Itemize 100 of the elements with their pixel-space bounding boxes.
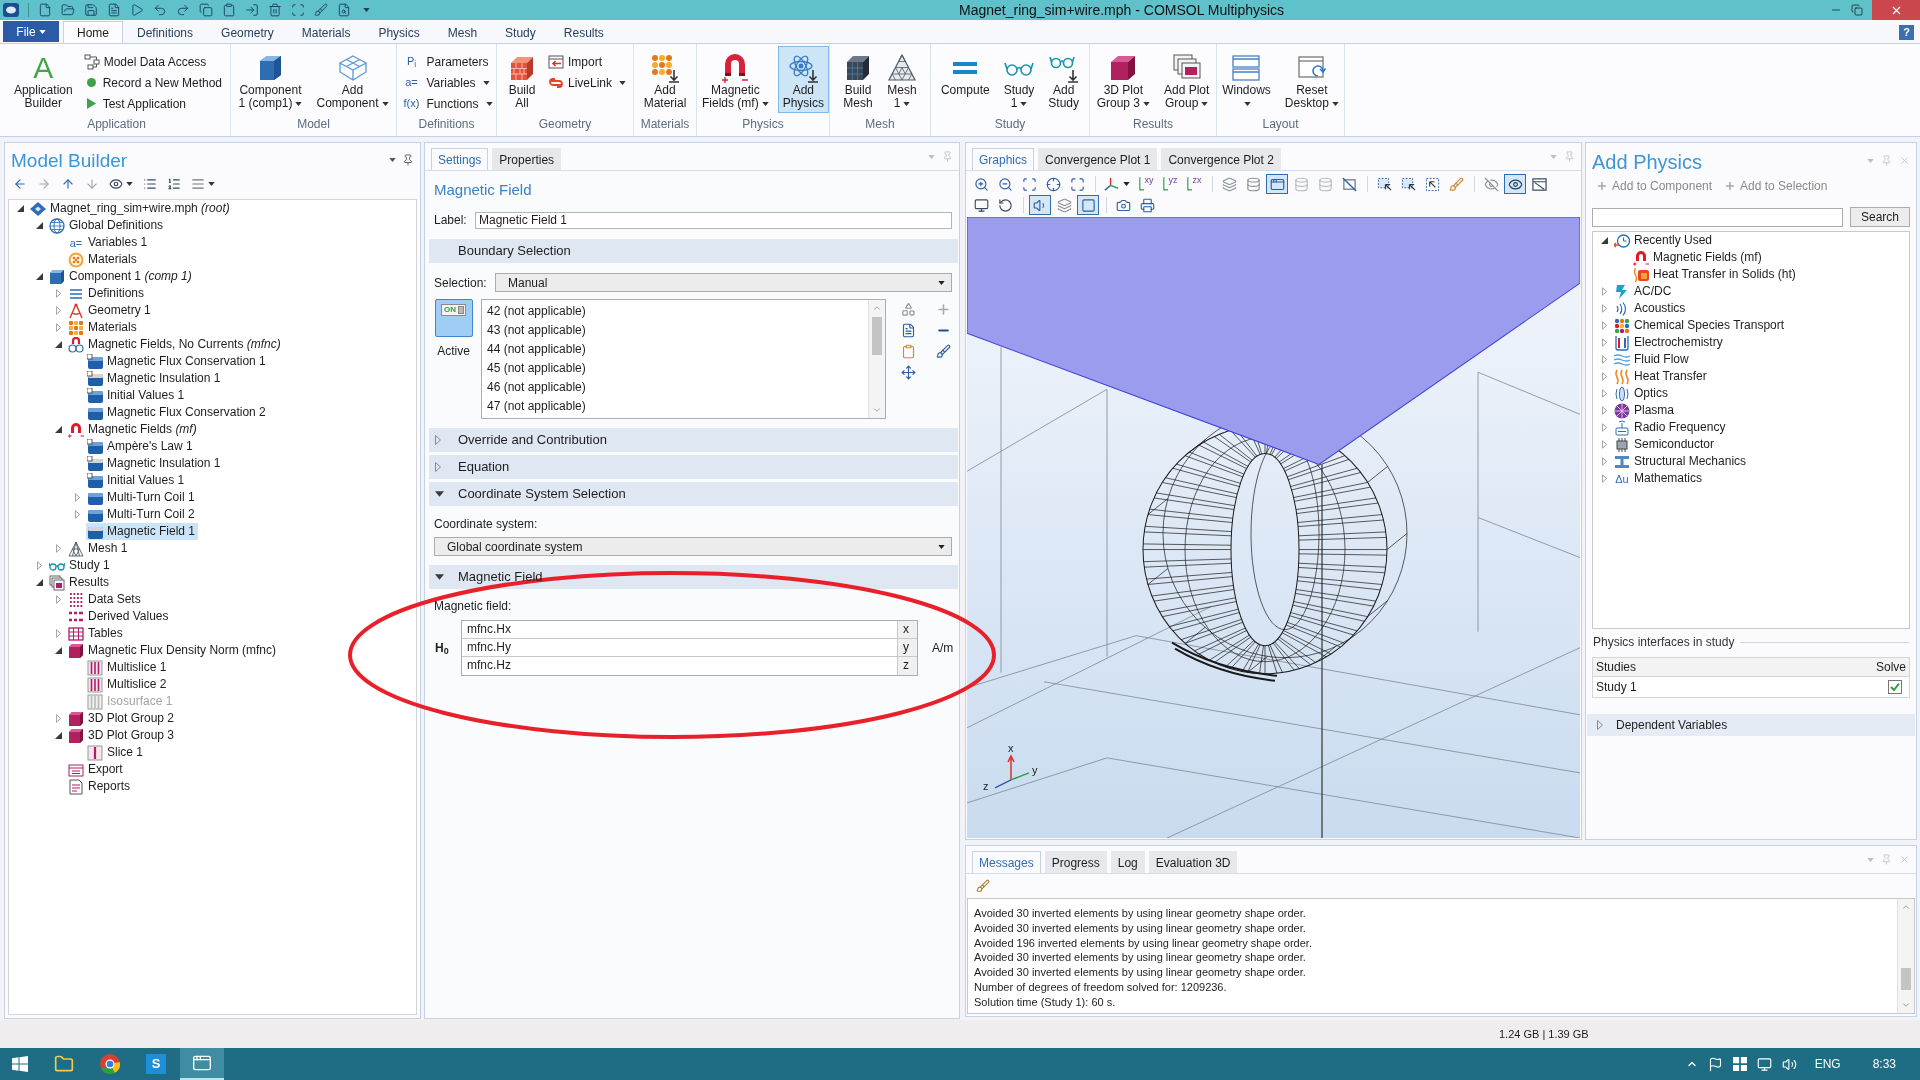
search-button[interactable]: Search <box>1850 207 1910 227</box>
ribbon-button[interactable]: Mesh 1 <box>882 46 922 113</box>
toolbar-button[interactable] <box>1266 174 1288 194</box>
tree-item[interactable]: 3D Plot Group 2 <box>67 710 178 727</box>
section-header[interactable]: Equation <box>429 455 958 479</box>
tree-item[interactable]: Slice 1 <box>86 744 147 761</box>
app-logo-icon[interactable] <box>3 2 19 18</box>
solve-checkbox[interactable] <box>1888 680 1902 694</box>
move-icon[interactable] <box>901 365 916 380</box>
tiles-icon[interactable] <box>1732 1057 1747 1071</box>
flag-icon[interactable] <box>1707 1056 1723 1072</box>
toolbar-button[interactable]: yz <box>1159 174 1181 194</box>
component-input[interactable]: mfnc.Hy <box>462 639 897 656</box>
panel-tab[interactable]: Convergence Plot 2 <box>1161 148 1281 170</box>
eye-icon[interactable] <box>109 177 123 191</box>
tree-item[interactable]: Magnetic Field 1 <box>86 523 199 540</box>
tree-item[interactable]: Geometry 1 <box>67 302 154 319</box>
arrow-down-icon[interactable] <box>85 177 99 191</box>
tree-item[interactable]: Tables <box>67 625 126 642</box>
brush-icon[interactable] <box>976 879 990 893</box>
import-icon[interactable] <box>245 3 259 17</box>
ribbon-small-button[interactable]: Record a New Method <box>81 72 225 93</box>
tree-item[interactable]: Magnetic Flux Density Norm (mfnc) <box>67 642 280 659</box>
panel-tab[interactable]: Messages <box>972 851 1041 873</box>
tree-item[interactable]: Global Definitions <box>48 217 167 234</box>
search-field[interactable] <box>1592 207 1843 227</box>
tree-item[interactable]: Multislice 1 <box>86 659 170 676</box>
tree-item[interactable]: Electrochemistry <box>1613 334 1726 351</box>
label-input[interactable]: Magnetic Field 1 <box>475 211 952 229</box>
taskbar-button[interactable]: S <box>134 1048 178 1080</box>
tree-item[interactable]: Materials <box>67 319 140 336</box>
tree-item[interactable]: Magnetic Fields (mf) <box>1632 249 1765 266</box>
tree-item[interactable]: Data Sets <box>67 591 144 608</box>
scrollbar-thumb[interactable] <box>1901 968 1911 990</box>
panel-tab[interactable]: Settings <box>431 148 489 170</box>
panel-tab[interactable]: Properties <box>492 148 562 170</box>
brush-icon[interactable] <box>314 3 328 17</box>
chevron-down-icon[interactable] <box>1901 1000 1911 1010</box>
play-icon[interactable] <box>130 3 144 17</box>
ribbon-button[interactable]: Build Mesh <box>838 46 878 113</box>
new-file-icon[interactable] <box>38 3 52 17</box>
tree-item[interactable]: Semiconductor <box>1613 436 1718 453</box>
ribbon-small-button[interactable]: Model Data Access <box>81 51 225 72</box>
expander-arrow-icon[interactable] <box>54 426 62 433</box>
ribbon-button[interactable]: Windows <box>1217 46 1276 113</box>
tree-item[interactable]: Results <box>48 574 112 591</box>
tree-item[interactable]: Magnetic Fields (mf) <box>67 421 200 438</box>
save-icon[interactable] <box>84 3 98 17</box>
chevron-down-icon[interactable] <box>872 405 882 415</box>
ribbon-tab[interactable]: Geometry <box>207 21 288 43</box>
list-item[interactable]: 46 (not applicable) <box>487 378 586 397</box>
expander-arrow-icon[interactable] <box>35 579 43 586</box>
ribbon-small-button[interactable]: Import <box>546 51 628 72</box>
ribbon-tab[interactable]: Home <box>63 21 123 43</box>
coordinate-dropdown[interactable]: Global coordinate system <box>434 537 952 556</box>
clipboard-icon[interactable] <box>222 3 236 17</box>
graphics-viewport[interactable]: x y z <box>967 217 1580 838</box>
list-item[interactable]: 42 (not applicable) <box>487 302 586 321</box>
tree-item[interactable]: Heat Transfer in Solids (ht) <box>1632 266 1799 283</box>
ribbon-small-button[interactable]: LiveLink <box>546 72 628 93</box>
panel-tab[interactable]: Evaluation 3D <box>1148 851 1238 873</box>
ribbon-tab[interactable]: Materials <box>287 21 365 43</box>
panel-tab[interactable]: Graphics <box>972 148 1035 170</box>
tiles-icon[interactable] <box>12 1056 28 1072</box>
ribbon-button[interactable]: 3D Plot Group 3 <box>1091 46 1155 113</box>
section-header[interactable]: Override and Contribution <box>429 428 958 452</box>
ribbon-button[interactable]: Compute <box>935 46 995 100</box>
ribbon-tab[interactable]: Study <box>491 21 550 43</box>
undo-icon[interactable] <box>153 3 167 17</box>
file-menu-button[interactable]: File <box>3 21 59 42</box>
tree-item[interactable]: Study 1 <box>48 557 113 574</box>
scrollbar[interactable] <box>868 300 885 418</box>
list-item[interactable]: 44 (not applicable) <box>487 340 586 359</box>
ribbon-small-button[interactable]: Test Application <box>81 93 225 114</box>
section-arrow-icon[interactable] <box>435 491 444 497</box>
document-icon[interactable] <box>901 323 916 338</box>
tree-item[interactable]: Magnet_ring_sim+wire.mph (root) <box>29 200 233 217</box>
ribbon-small-button[interactable]: f(x) Functions <box>398 93 495 114</box>
tree-item[interactable]: a= Variables 1 <box>67 234 151 251</box>
ribbon-tab[interactable]: Results <box>549 21 618 43</box>
ribbon-button[interactable]: Component 1 (comp1) <box>233 46 308 113</box>
plus-icon[interactable] <box>936 302 951 317</box>
monitor-icon[interactable] <box>1756 1056 1772 1072</box>
panel-tab[interactable]: Progress <box>1044 851 1107 873</box>
tree-item[interactable]: Export <box>67 761 126 778</box>
ribbon-tab[interactable]: Mesh <box>433 21 492 43</box>
clipboard-icon[interactable] <box>901 344 916 359</box>
list-icon[interactable] <box>143 177 157 191</box>
tree-item[interactable]: Ampère's Law 1 <box>86 438 196 455</box>
panel-tab[interactable]: Log <box>1110 851 1145 873</box>
expander-arrow-icon[interactable] <box>35 273 43 280</box>
tree-item[interactable]: Derived Values <box>67 608 172 625</box>
tree-item[interactable]: Structural Mechanics <box>1613 453 1750 470</box>
section-header[interactable]: Boundary Selection <box>429 239 958 263</box>
tree-item[interactable]: Multi-Turn Coil 2 <box>86 506 198 523</box>
ribbon-button[interactable]: Add Material <box>638 46 692 113</box>
list-item[interactable]: 47 (not applicable) <box>487 397 586 416</box>
ribbon-button[interactable]: Add Study <box>1043 46 1085 113</box>
brush-icon[interactable] <box>936 344 951 359</box>
tree-item[interactable]: Magnetic Flux Conservation 1 <box>86 353 269 370</box>
